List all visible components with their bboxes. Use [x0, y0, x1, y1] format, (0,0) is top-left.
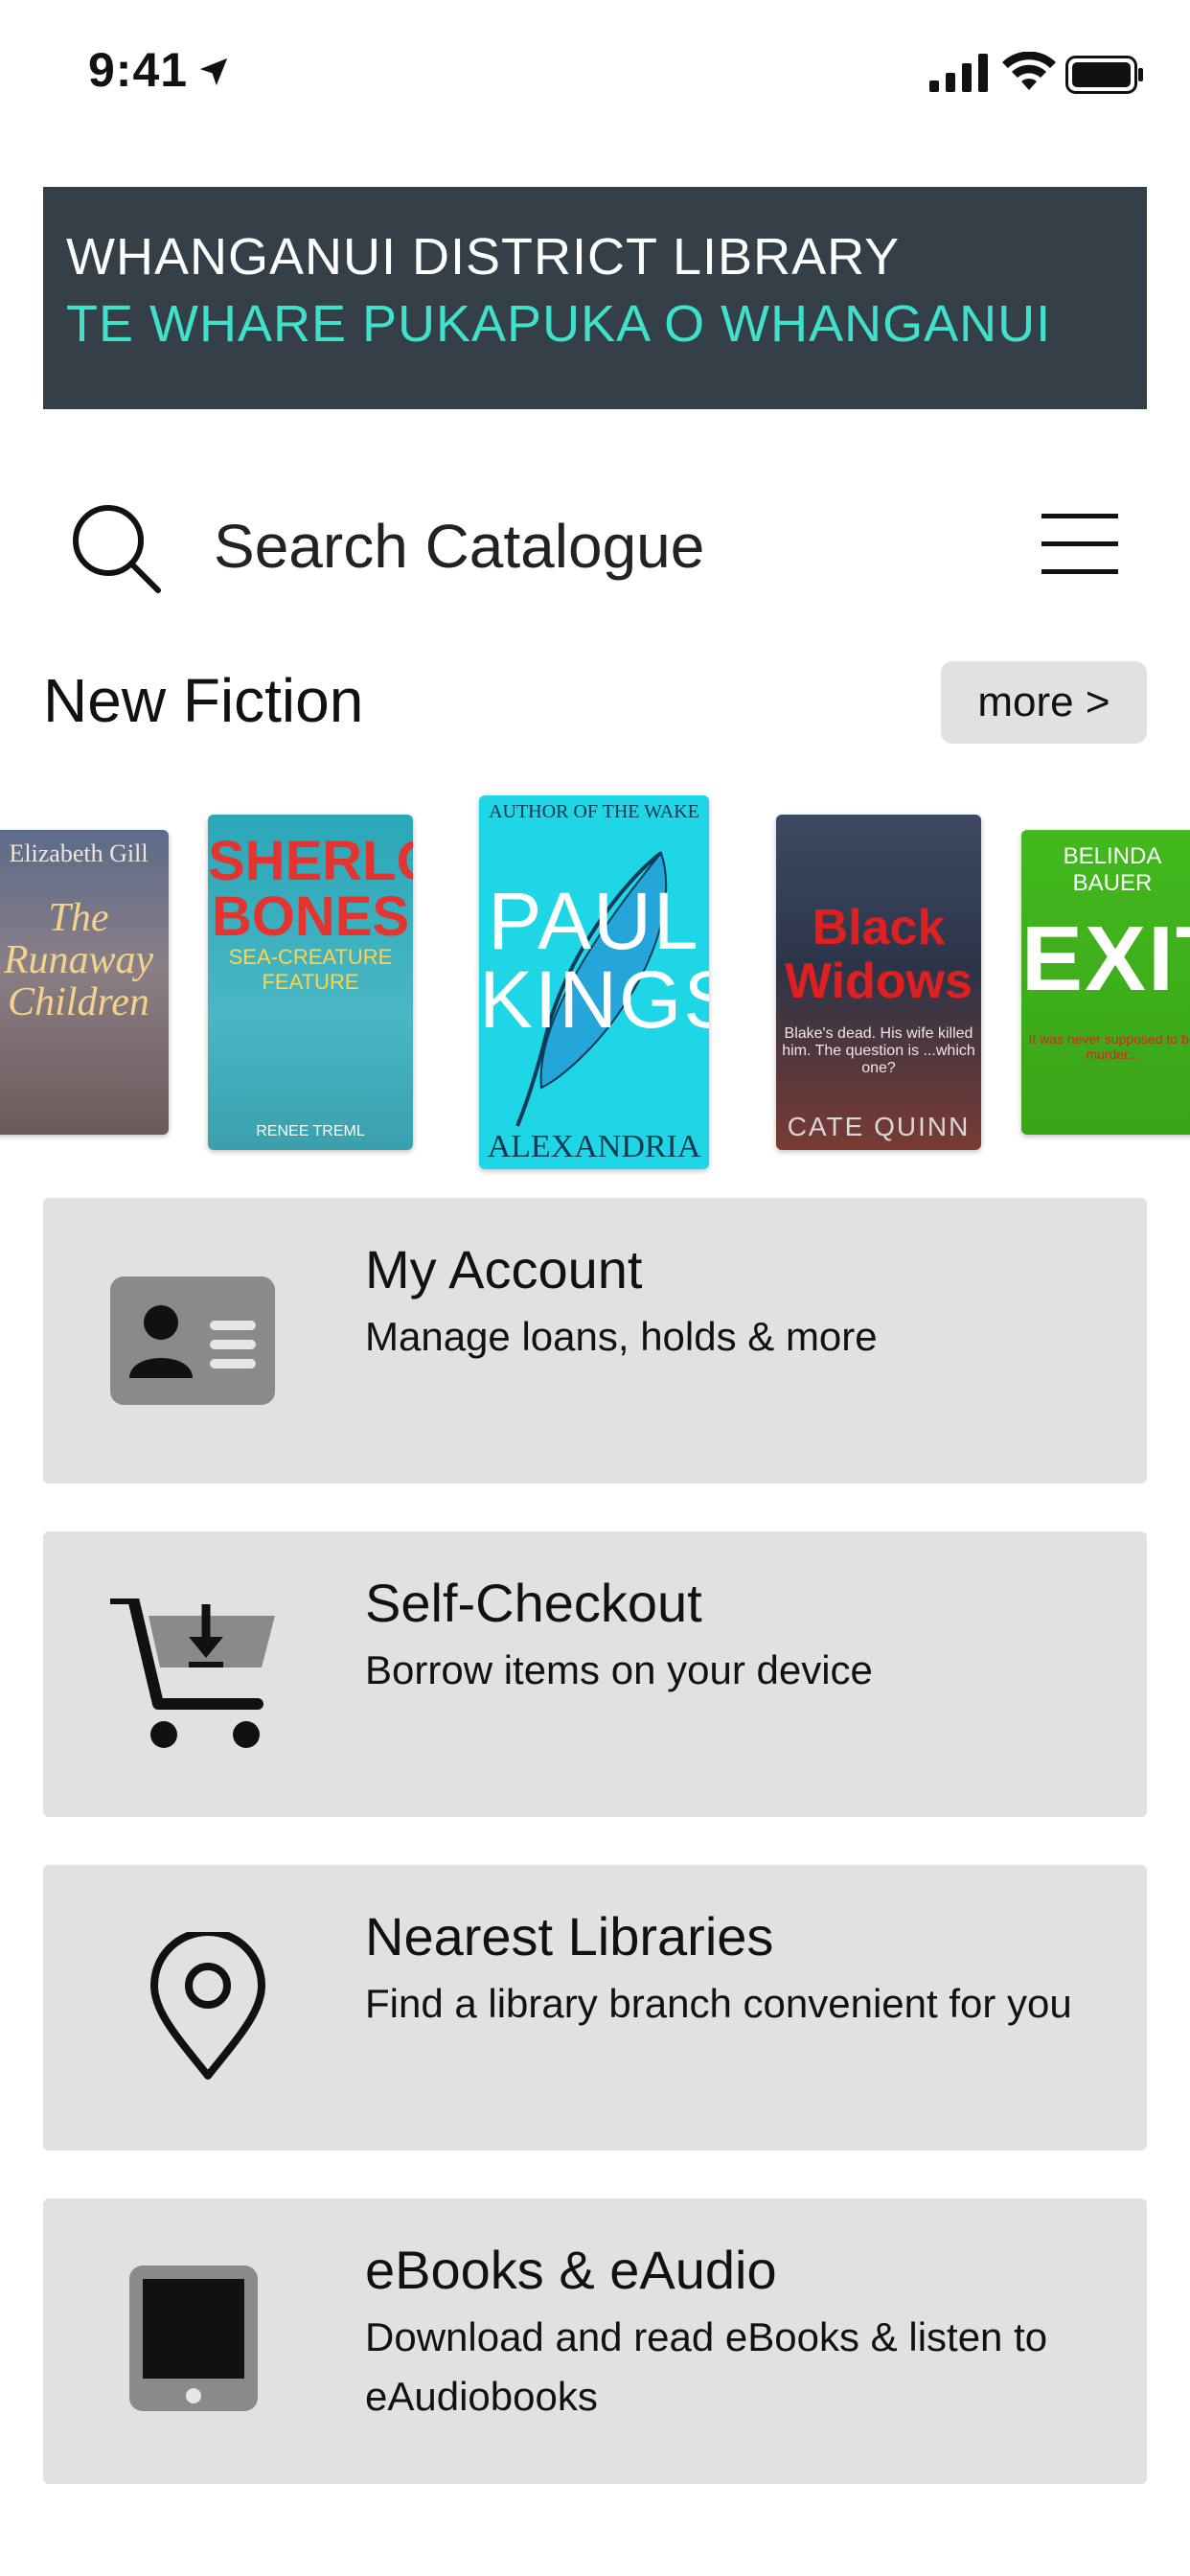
- my-account-card[interactable]: My Account Manage loans, holds & more: [43, 1198, 1147, 1484]
- card-title: Self-Checkout: [365, 1573, 702, 1633]
- book-subtitle: Blake's dead. His wife killed him. The q…: [782, 1025, 975, 1076]
- book-subtitle: It was never supposed to be murder...: [1028, 1031, 1190, 1062]
- book-author: CATE QUINN: [787, 1112, 971, 1141]
- status-bar: 9:41: [0, 0, 1190, 144]
- book-title: SHERLOCK BONES: [208, 830, 413, 948]
- status-time: 9:41: [88, 43, 189, 97]
- library-name-maori: TE WHARE PUKAPUKA O WHANGANUI: [66, 295, 1052, 353]
- book-cover[interactable]: SHERLOCK BONES SEA-CREATURE FEATURE RENE…: [208, 815, 413, 1150]
- library-name: WHANGANUI DISTRICT LIBRARY: [66, 228, 901, 286]
- battery-icon: [1065, 56, 1143, 94]
- book-subtitle: SEA-CREATURE FEATURE: [228, 945, 393, 994]
- search-row: [43, 479, 1147, 613]
- tablet-icon: [129, 2266, 258, 2411]
- ebooks-eaudio-card[interactable]: eBooks & eAudio Download and read eBooks…: [43, 2198, 1147, 2484]
- card-subtitle: Manage loans, holds & more: [365, 1314, 878, 1359]
- new-fiction-title: New Fiction: [43, 666, 364, 735]
- cart-download-icon: [110, 1598, 275, 1748]
- location-arrow-icon: [199, 58, 228, 86]
- book-author: Elizabeth Gill: [9, 840, 149, 867]
- library-header-banner: WHANGANUI DISTRICT LIBRARY TE WHARE PUKA…: [43, 187, 1147, 409]
- cellular-signal-icon: [929, 54, 988, 92]
- search-catalogue-input[interactable]: [214, 506, 884, 586]
- nearest-libraries-card[interactable]: Nearest Libraries Find a library branch …: [43, 1865, 1147, 2150]
- book-cover[interactable]: BELINDA BAUER EXIT It was never supposed…: [1021, 830, 1190, 1135]
- book-cover[interactable]: Elizabeth Gill The Runaway Children: [0, 830, 169, 1135]
- wifi-icon: [1002, 52, 1056, 90]
- book-cover[interactable]: AUTHOR OF THE WAKE PAUL KINGSNORTH ALEXA…: [479, 795, 709, 1169]
- card-subtitle: Download and read eBooks & listen to eAu…: [365, 2314, 1048, 2419]
- card-title: Nearest Libraries: [365, 1906, 774, 1966]
- book-cover[interactable]: Black Widows Blake's dead. His wife kill…: [776, 815, 981, 1150]
- map-pin-icon: [150, 1932, 265, 2080]
- book-subtitle: ALEXANDRIA: [487, 1129, 701, 1164]
- card-subtitle: Borrow items on your device: [365, 1647, 873, 1692]
- book-title: EXIT: [1021, 908, 1190, 1010]
- card-title: eBooks & eAudio: [365, 2240, 777, 2300]
- self-checkout-card[interactable]: Self-Checkout Borrow items on your devic…: [43, 1531, 1147, 1817]
- book-author: RENEE TREML: [256, 1123, 365, 1139]
- card-subtitle: Find a library branch convenient for you: [365, 1981, 1072, 2026]
- search-icon[interactable]: [68, 500, 164, 596]
- book-author: BELINDA BAUER: [1063, 843, 1162, 896]
- more-button[interactable]: more >: [941, 661, 1147, 744]
- book-title: The Runaway Children: [3, 896, 154, 1024]
- card-title: My Account: [365, 1239, 643, 1300]
- id-card-icon: [110, 1276, 275, 1405]
- book-title: Black Widows: [785, 900, 973, 1009]
- hamburger-menu-icon[interactable]: [1040, 508, 1120, 581]
- book-title: PAUL KINGSNORTH: [479, 876, 709, 1045]
- book-tagline: AUTHOR OF THE WAKE: [489, 801, 699, 822]
